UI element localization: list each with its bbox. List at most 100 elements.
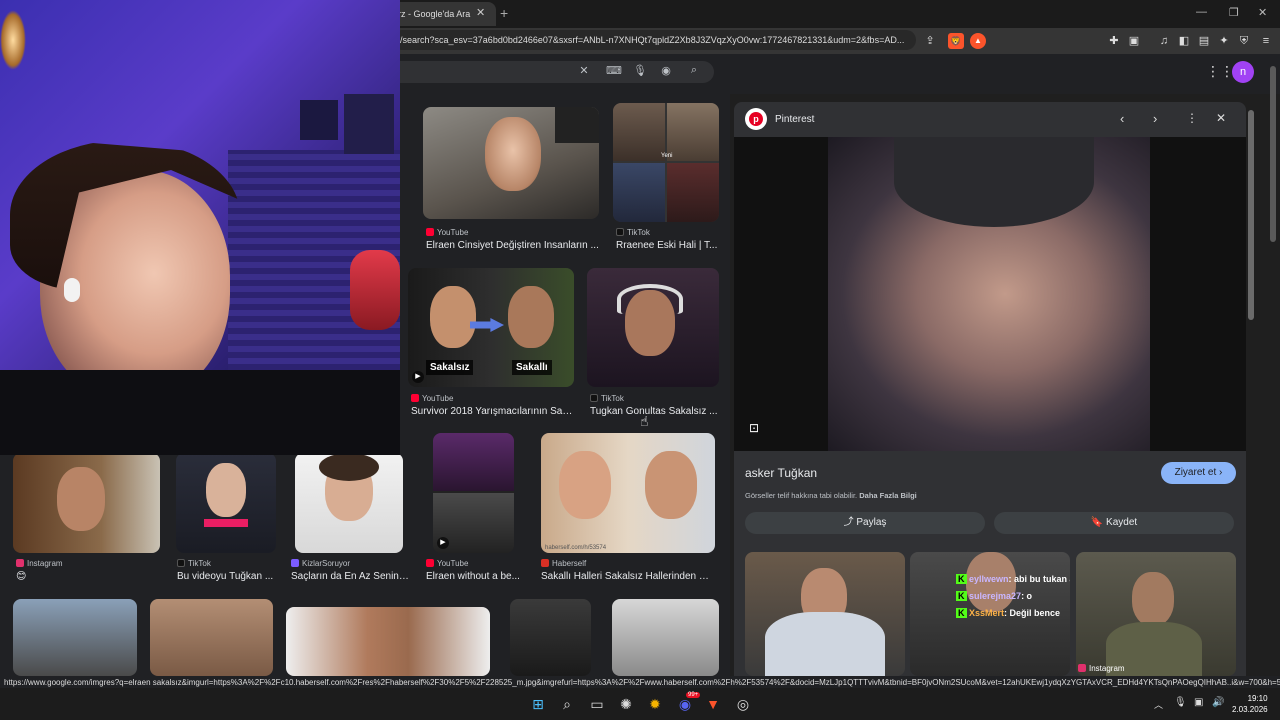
screenshot-icon[interactable]: ▣ <box>1126 33 1142 49</box>
panel-source[interactable]: Pinterest <box>775 114 814 125</box>
result-title-9[interactable]: Sakallı Halleri Sakalsız Hallerinden Ço.… <box>541 571 715 582</box>
share-button[interactable]: ⤴ Paylaş <box>745 512 985 534</box>
result-title-4[interactable]: Tugkan Gonultas Sakalsız ... <box>590 406 718 417</box>
bookmark-icon: 🔖 <box>1090 517 1107 528</box>
chatgpt-icon[interactable]: ✺ <box>616 694 636 714</box>
result-title-1[interactable]: Elraen Cinsiyet Değiştiren İnsanların ..… <box>426 240 600 251</box>
copyright-note: Görseller telif hakkına tabi olabilir. D… <box>745 491 917 500</box>
menu-icon[interactable]: ≡ <box>1258 33 1274 49</box>
result-image-1[interactable] <box>423 107 599 219</box>
app-icon[interactable]: ✹ <box>645 694 665 714</box>
media-icon[interactable]: ♫ <box>1156 33 1172 49</box>
leo-ai-icon[interactable]: ✦ <box>1216 33 1232 49</box>
tab-title: rz - Google'da Ara <box>398 9 471 19</box>
window-close-icon[interactable]: ✕ <box>1258 6 1267 19</box>
mic-tray-icon[interactable]: 🎙 <box>1174 697 1187 708</box>
keyboard-icon[interactable]: ⌨ <box>606 64 622 77</box>
address-bar[interactable]: /search?sca_esv=37a6bd0bd2466e07&sxsrf=A… <box>392 30 916 50</box>
result-source-8[interactable]: YouTube <box>426 559 468 568</box>
lens-icon[interactable]: ◉ <box>658 64 674 77</box>
result-image-14[interactable] <box>612 599 719 676</box>
brave-rewards-icon[interactable]: ▲ <box>970 33 986 49</box>
result-image-11[interactable] <box>150 599 273 676</box>
clear-search-icon[interactable]: ✕ <box>576 64 592 77</box>
result-source-7[interactable]: KizlarSoruyor <box>291 559 350 568</box>
obs-icon[interactable]: ◎ <box>733 694 753 714</box>
prev-image-icon[interactable]: ‹ <box>1120 111 1124 126</box>
start-icon[interactable]: ⊞ <box>528 694 548 714</box>
brave-shield-icon[interactable]: 🦁 <box>948 33 964 49</box>
more-options-icon[interactable]: ⋮ <box>1186 111 1198 125</box>
result-image-8[interactable]: ▶ <box>433 433 514 553</box>
result-image-9[interactable]: haberself.com/h/53574 <box>541 433 715 553</box>
result-source-6[interactable]: TikTok <box>177 559 211 568</box>
extensions-icon[interactable]: ✚ <box>1106 33 1122 49</box>
sidebar-icon[interactable]: ◧ <box>1176 33 1192 49</box>
play-icon: ▶ <box>437 537 449 549</box>
mic-icon[interactable]: 🎙 <box>632 64 648 77</box>
result-image-13[interactable] <box>510 599 591 676</box>
wallet-icon[interactable]: ▤ <box>1196 33 1212 49</box>
vpn-icon[interactable]: ⛨ <box>1236 33 1252 49</box>
next-image-icon[interactable]: › <box>1153 111 1157 126</box>
webcam-overlay <box>0 0 400 455</box>
volume-icon[interactable]: 🔊 <box>1212 697 1224 708</box>
result-image-10[interactable] <box>13 599 137 676</box>
page-scrollbar[interactable] <box>1270 66 1276 242</box>
preview-image[interactable] <box>734 137 1246 451</box>
result-source-2[interactable]: TikTok <box>616 228 650 237</box>
clock[interactable]: 19:10 2.03.2026 <box>1232 693 1268 715</box>
pinterest-logo: p <box>745 108 767 130</box>
haberself-icon <box>541 559 549 567</box>
minimize-icon[interactable]: — <box>1196 6 1207 18</box>
result-image-6[interactable] <box>176 453 276 553</box>
date: 2.03.2026 <box>1232 705 1268 714</box>
tab-close-icon[interactable]: ✕ <box>476 6 485 19</box>
kizlarsoruyor-icon <box>291 559 299 567</box>
result-source-1[interactable]: YouTube <box>426 228 468 237</box>
lens-search-icon[interactable]: ⊡ <box>749 421 759 435</box>
result-source-4[interactable]: TikTok <box>590 394 624 403</box>
result-title-5[interactable]: 😊 <box>16 571 160 582</box>
close-panel-icon[interactable]: ✕ <box>1216 111 1226 125</box>
related-image-1[interactable] <box>745 552 905 676</box>
search-icon[interactable]: ⌕ <box>557 694 577 714</box>
share-icon[interactable]: ⇪ <box>922 33 938 49</box>
related-image-3[interactable] <box>1076 552 1236 676</box>
search-icon[interactable]: ⌕ <box>686 64 702 77</box>
brave-icon[interactable]: ▼ <box>703 694 723 714</box>
result-image-12[interactable] <box>286 607 490 676</box>
result-source-9[interactable]: Haberself <box>541 559 586 568</box>
result-title-3[interactable]: Survivor 2018 Yarışmacılarının Sak... <box>411 406 573 417</box>
microphone <box>350 250 400 330</box>
result-title-8[interactable]: Elraen without a be... <box>426 571 522 582</box>
headphones-icon <box>617 284 683 314</box>
result-image-3[interactable]: Sakalsız Sakallı ▶ <box>408 268 574 387</box>
result-image-7[interactable] <box>295 453 403 553</box>
result-image-2[interactable]: Yeni <box>613 103 719 222</box>
result-source-5[interactable]: Instagram <box>16 559 63 568</box>
result-title-6[interactable]: Bu videoyu Tuğkan ... <box>177 571 275 582</box>
tray-chevron-icon[interactable]: ︿ <box>1154 698 1163 711</box>
result-title-7[interactable]: Saçların da En Az Senin ... <box>291 571 409 582</box>
panel-scrollbar[interactable] <box>1248 110 1254 320</box>
account-avatar[interactable]: n <box>1232 61 1254 83</box>
result-source-3[interactable]: YouTube <box>411 394 453 403</box>
youtube-icon <box>426 559 434 567</box>
result-title-2[interactable]: Rraenee Eski Hali | T... <box>616 240 720 251</box>
kick-icon: K <box>956 608 967 618</box>
more-info-link[interactable]: Daha Fazla Bilgi <box>859 491 917 500</box>
discord-badge: 99+ <box>686 692 701 698</box>
result-image-4[interactable] <box>587 268 719 387</box>
panel-title[interactable]: asker Tuğkan <box>745 466 817 480</box>
visit-button[interactable]: Ziyaret et › <box>1161 462 1236 484</box>
result-image-5[interactable] <box>13 453 160 553</box>
file-explorer-icon[interactable]: ▭ <box>587 694 607 714</box>
related-image-2[interactable]: K eyllwewn: abi bu tukan abi K sulerejma… <box>910 552 1070 676</box>
chat-line-1: K eyllwewn: abi bu tukan abi <box>956 574 1070 584</box>
save-button[interactable]: 🔖 Kaydet <box>994 512 1234 534</box>
maximize-icon[interactable]: ❐ <box>1229 6 1239 19</box>
new-tab-button[interactable]: + <box>500 5 508 21</box>
network-icon[interactable]: ▣ <box>1194 697 1203 708</box>
related-source-3[interactable]: Instagram <box>1078 664 1125 673</box>
